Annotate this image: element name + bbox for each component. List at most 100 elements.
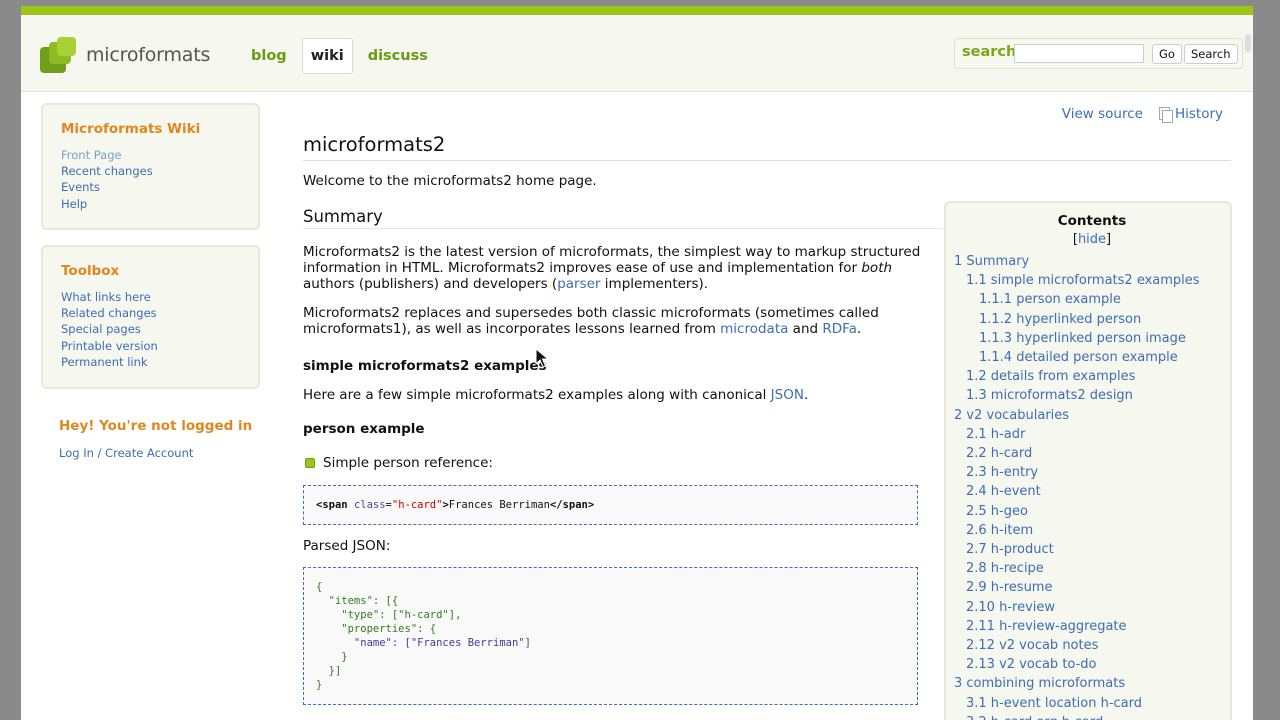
sidebar-item-help[interactable]: Help xyxy=(61,197,87,211)
toc-link[interactable]: 2.3 h-entry xyxy=(966,465,1038,480)
toc-link[interactable]: 2.4 h-event xyxy=(966,484,1041,499)
toc-item: 3.1 h-event location h-card xyxy=(954,694,1230,713)
tab-discuss[interactable]: discuss xyxy=(359,38,437,74)
microformats-logo-icon xyxy=(40,37,78,73)
login-create-account-link[interactable]: Log In / Create Account xyxy=(59,446,193,460)
sidebar-item-printable-version[interactable]: Printable version xyxy=(61,339,158,353)
toc-item: 1.3 microformats2 design xyxy=(954,386,1230,405)
toc-item: 2.8 h-recipe xyxy=(954,559,1230,578)
sidebar-wiki-title: Microformats Wiki xyxy=(61,121,201,137)
browser-page: microformats blog wiki discuss search Go… xyxy=(21,6,1253,720)
toc-title: Contents xyxy=(1057,213,1127,229)
toc-link[interactable]: 2.5 h-geo xyxy=(966,504,1028,519)
toc-link[interactable]: 2.13 v2 vocab to-do xyxy=(966,657,1097,672)
sidebar-toolbox-title: Toolbox xyxy=(61,263,120,279)
toc-item: 2.7 h-product xyxy=(954,540,1230,559)
toc-item: 3.2 h-card org h-card xyxy=(954,713,1230,720)
mouse-cursor-icon xyxy=(535,348,549,368)
toc-link[interactable]: 3 combining microformats xyxy=(954,676,1125,691)
page-title: microformats2 xyxy=(303,133,1231,161)
toc-link[interactable]: 1.1.1 person example xyxy=(979,292,1121,307)
toc-link[interactable]: 2 v2 vocabularies xyxy=(954,408,1069,423)
bullet-text: Simple person reference: xyxy=(323,455,493,471)
toc-item: 2.13 v2 vocab to-do xyxy=(954,655,1230,674)
toc-item: 1.1.2 hyperlinked person xyxy=(954,310,1230,329)
toc-link[interactable]: 1.2 details from examples xyxy=(966,369,1135,384)
toc-link[interactable]: 2.8 h-recipe xyxy=(966,561,1044,576)
toc-link[interactable]: 2.2 h-card xyxy=(966,446,1032,461)
site-header: microformats blog wiki discuss search Go… xyxy=(21,15,1253,92)
sidebar-item-what-links-here[interactable]: What links here xyxy=(61,290,151,304)
json-link[interactable]: JSON xyxy=(771,387,804,403)
go-button[interactable]: Go xyxy=(1152,44,1182,64)
toc-item: 1.1.3 hyperlinked person image xyxy=(954,329,1230,348)
toc-hide-toggle: [hide] xyxy=(1072,232,1112,247)
toc-item: 2.9 h-resume xyxy=(954,578,1230,597)
sidebar-item-recent-changes[interactable]: Recent changes xyxy=(61,164,153,178)
toc-link[interactable]: 2.10 h-review xyxy=(966,600,1055,615)
toc-link[interactable]: 1.1.2 hyperlinked person xyxy=(979,312,1141,327)
sidebar-item-front-page[interactable]: Front Page xyxy=(61,148,122,162)
toc-link[interactable]: 2.12 v2 vocab notes xyxy=(966,638,1098,653)
history-link[interactable]: History xyxy=(1175,106,1223,122)
person-example-heading: person example xyxy=(303,421,425,437)
search-input[interactable] xyxy=(1014,44,1144,63)
intro-text: Welcome to the microformats2 home page. xyxy=(303,173,597,189)
toc-hide-link[interactable]: hide xyxy=(1078,232,1106,247)
parser-link[interactable]: parser xyxy=(557,276,600,292)
logo-text: microformats xyxy=(86,44,211,66)
rdfa-link[interactable]: RDFa xyxy=(822,321,857,337)
tab-blog[interactable]: blog xyxy=(242,38,296,74)
toc-link[interactable]: 1.1 simple microformats2 examples xyxy=(966,273,1200,288)
search-label: search xyxy=(962,44,1017,60)
toc-item: 2.2 h-card xyxy=(954,444,1230,463)
sidebar-item-special-pages[interactable]: Special pages xyxy=(61,322,141,336)
sidebar-item-permanent-link[interactable]: Permanent link xyxy=(61,355,148,369)
code-block-json: { "items": [{ "type": ["h-card"], "prope… xyxy=(303,567,918,705)
toc-item: 2.1 h-adr xyxy=(954,425,1230,444)
toc-item: 1.2 details from examples xyxy=(954,367,1230,386)
bullet-icon xyxy=(305,458,315,468)
toc-link[interactable]: 2.6 h-item xyxy=(966,523,1033,538)
toc-link[interactable]: 2.1 h-adr xyxy=(966,427,1025,442)
toc-item: 2.6 h-item xyxy=(954,521,1230,540)
microdata-link[interactable]: microdata xyxy=(720,321,788,337)
top-accent-stripe xyxy=(21,6,1253,15)
summary-paragraph-1: Microformats2 is the latest version of m… xyxy=(303,244,921,292)
toc-item: 2 v2 vocabularies xyxy=(954,406,1230,425)
examples-heading: simple microformats2 examples xyxy=(303,358,547,374)
tab-wiki[interactable]: wiki xyxy=(301,38,353,74)
toc-item: 2.3 h-entry xyxy=(954,463,1230,482)
toc-item: 2.5 h-geo xyxy=(954,502,1230,521)
code-block-html: <span class="h-card">Frances Berriman</s… xyxy=(303,485,918,525)
toc-link[interactable]: 3.1 h-event location h-card xyxy=(966,696,1142,711)
toc-link[interactable]: 3.2 h-card org h-card xyxy=(966,715,1103,720)
sidebar-item-related-changes[interactable]: Related changes xyxy=(61,306,157,320)
toc-link[interactable]: 1.1.3 hyperlinked person image xyxy=(979,331,1186,346)
toc-link[interactable]: 1.1.4 detailed person example xyxy=(979,350,1178,365)
scrollbar-thumb[interactable] xyxy=(1245,34,1251,52)
toc-item: 2.11 h-review-aggregate xyxy=(954,617,1230,636)
main-nav: blog wiki discuss xyxy=(242,38,443,74)
toc-item: 1 Summary xyxy=(954,252,1230,271)
toc-link[interactable]: 2.7 h-product xyxy=(966,542,1054,557)
search-box: search Go Search xyxy=(954,38,1243,69)
summary-paragraph-2: Microformats2 replaces and supersedes bo… xyxy=(303,305,879,337)
sidebar-item-events[interactable]: Events xyxy=(61,180,100,194)
parsed-json-label: Parsed JSON: xyxy=(303,538,391,554)
toc-link[interactable]: 1.3 microformats2 design xyxy=(966,388,1133,403)
summary-heading: Summary xyxy=(303,208,943,229)
table-of-contents: Contents [hide] 1 Summary 1.1 simple micr… xyxy=(944,201,1232,720)
sidebar-wiki-portlet: Microformats Wiki Front Page Recent chan… xyxy=(41,103,260,230)
toc-list: 1 Summary 1.1 simple microformats2 exampl… xyxy=(954,252,1230,720)
toc-link[interactable]: 2.11 h-review-aggregate xyxy=(966,619,1127,634)
login-heading: Hey! You're not logged in xyxy=(59,418,253,434)
toc-link[interactable]: 2.9 h-resume xyxy=(966,580,1052,595)
toc-item: 2.4 h-event xyxy=(954,482,1230,501)
toc-link[interactable]: 1 Summary xyxy=(954,254,1029,269)
site-logo[interactable]: microformats xyxy=(40,37,210,73)
toc-item: 3 combining microformats xyxy=(954,674,1230,693)
search-button[interactable]: Search xyxy=(1184,44,1238,64)
history-icon xyxy=(1158,107,1173,123)
view-source-link[interactable]: View source xyxy=(1062,106,1143,122)
